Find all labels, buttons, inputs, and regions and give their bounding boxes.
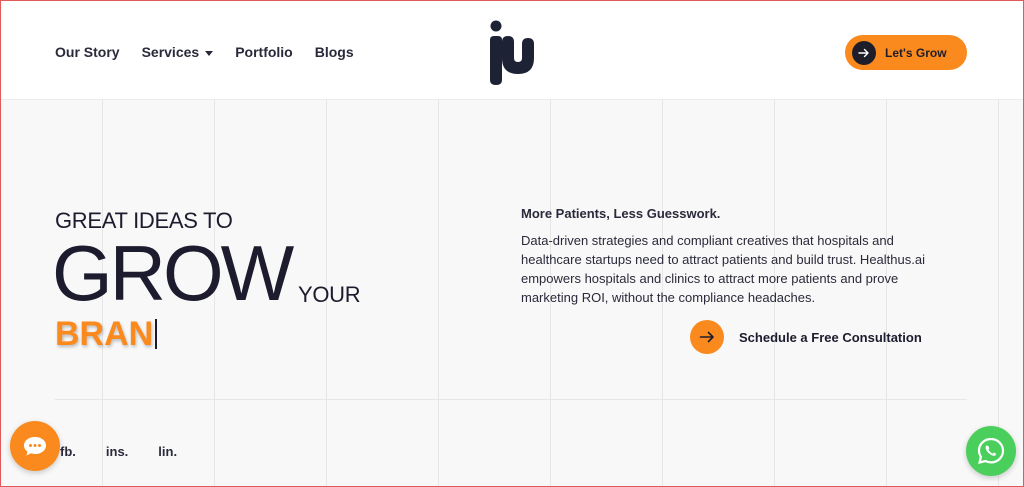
social-link-linkedin[interactable]: lin. bbox=[158, 444, 177, 459]
chat-button[interactable] bbox=[10, 421, 60, 471]
hero-line-3: YOUR bbox=[298, 282, 361, 307]
hero-typed-word: BRAN bbox=[55, 312, 158, 356]
section-divider bbox=[55, 399, 967, 400]
grid-line bbox=[438, 100, 439, 487]
hero-tagline: More Patients, Less Guesswork. bbox=[521, 206, 721, 221]
nav-item-our-story[interactable]: Our Story bbox=[55, 44, 120, 60]
nav-item-services[interactable]: Services bbox=[142, 44, 214, 60]
social-links: fb. ins. lin. bbox=[60, 444, 207, 459]
cta-label: Let's Grow bbox=[885, 45, 947, 60]
whatsapp-icon bbox=[977, 437, 1005, 465]
typing-cursor bbox=[155, 319, 158, 349]
nav-label: Our Story bbox=[55, 44, 120, 60]
nav-label: Portfolio bbox=[235, 44, 293, 60]
nav-item-portfolio[interactable]: Portfolio bbox=[235, 44, 293, 60]
main-nav: Our Story Services Portfolio Blogs bbox=[55, 44, 376, 60]
typed-text: BRAN bbox=[55, 315, 154, 353]
arrow-right-icon bbox=[852, 40, 876, 65]
nav-item-blogs[interactable]: Blogs bbox=[315, 44, 354, 60]
whatsapp-button[interactable] bbox=[966, 426, 1016, 476]
caret-down-icon bbox=[205, 50, 214, 56]
social-link-instagram[interactable]: ins. bbox=[106, 444, 128, 459]
hero-description: Data-driven strategies and compliant cre… bbox=[521, 233, 925, 305]
nav-label: Services bbox=[141, 44, 200, 60]
schedule-label: Schedule a Free Consultation bbox=[739, 329, 922, 345]
arrow-right-icon bbox=[690, 320, 724, 354]
schedule-consultation-button[interactable]: Schedule a Free Consultation bbox=[690, 320, 922, 354]
brand-logo[interactable] bbox=[482, 16, 538, 88]
hero-headline: GROW bbox=[52, 229, 294, 317]
lets-grow-button[interactable]: Let's Grow bbox=[845, 35, 967, 70]
chat-bubble-icon bbox=[24, 437, 46, 456]
social-link-facebook[interactable]: fb. bbox=[60, 444, 76, 459]
nav-label: Blogs bbox=[314, 44, 354, 60]
site-header: Our Story Services Portfolio Blogs Let's… bbox=[0, 0, 1024, 100]
